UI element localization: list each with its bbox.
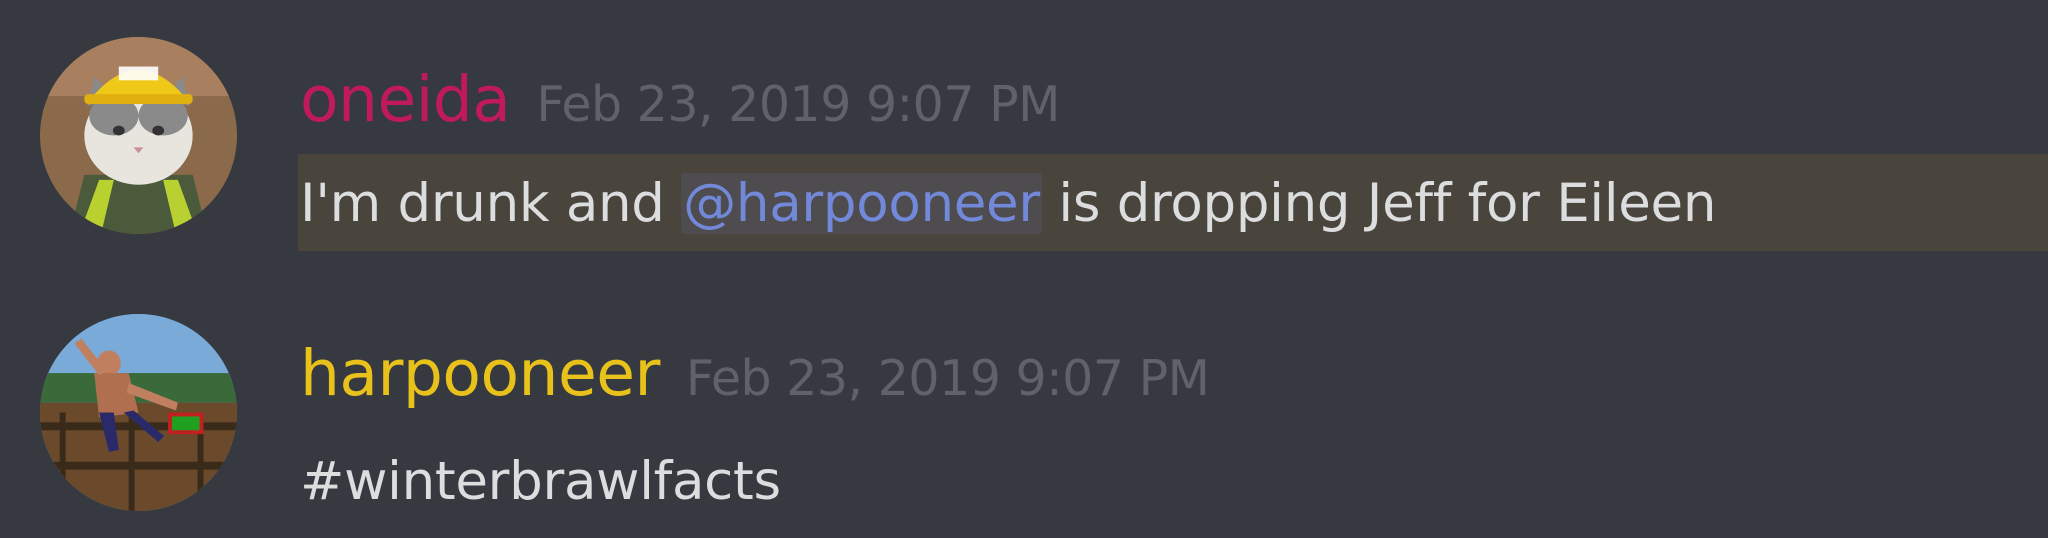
author-name[interactable]: oneida (300, 63, 511, 136)
message-header: harpooneer Feb 23, 2019 9:07 PM (300, 334, 1210, 419)
author-name[interactable]: harpooneer (300, 337, 660, 410)
message-text: is dropping Jeff for Eileen (1041, 173, 1717, 234)
cat-hardhat-avatar-icon[interactable] (40, 37, 237, 234)
fighter-game-avatar-icon[interactable] (40, 314, 237, 511)
message-harpooneer: harpooneer Feb 23, 2019 9:07 PM #winterbr… (0, 290, 2048, 538)
message-oneida: oneida Feb 23, 2019 9:07 PM I'm drunk and… (0, 0, 2048, 270)
message-header: oneida Feb 23, 2019 9:07 PM (300, 60, 1060, 145)
user-mention[interactable]: @harpooneer (681, 173, 1042, 234)
message-text: I'm drunk and (300, 173, 682, 234)
timestamp: Feb 23, 2019 9:07 PM (536, 76, 1060, 133)
message-content: I'm drunk and @harpooneer is dropping Je… (300, 164, 1716, 244)
timestamp: Feb 23, 2019 9:07 PM (685, 350, 1210, 407)
message-content: #winterbrawlfacts (300, 451, 781, 512)
